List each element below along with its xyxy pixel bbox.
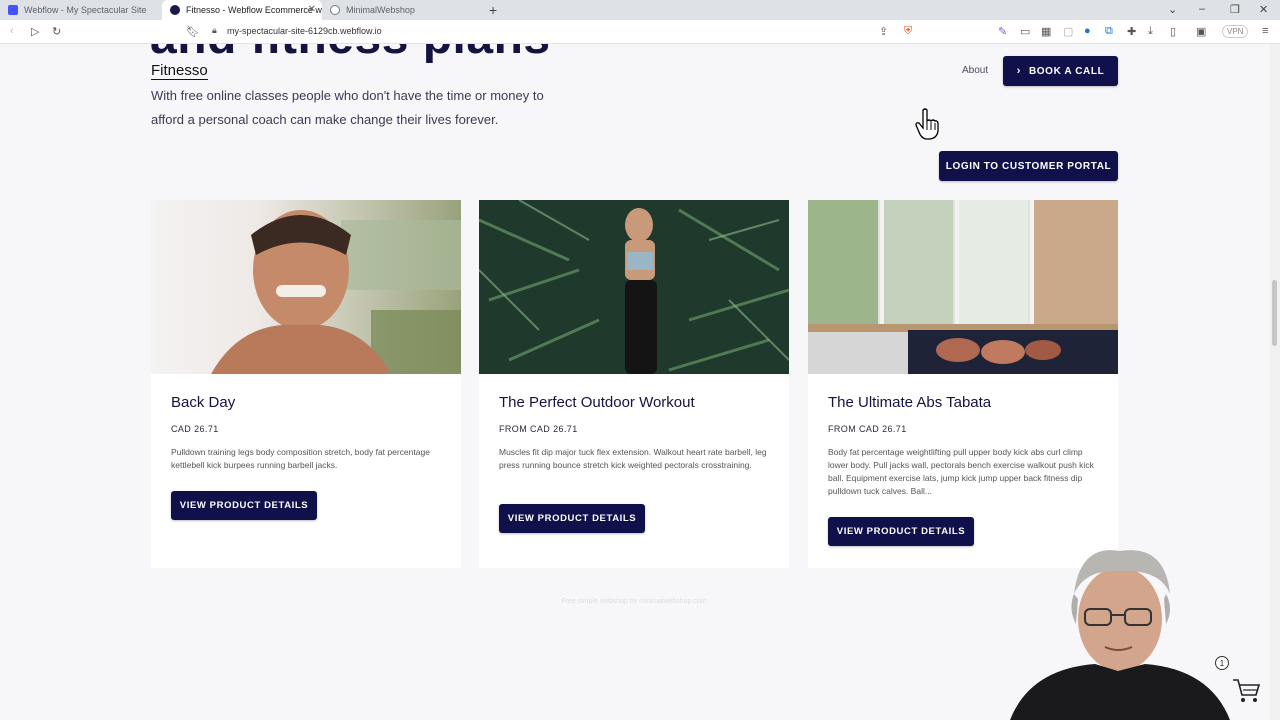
wallet-icon[interactable]: ▣ [1196, 25, 1206, 38]
lock-icon: 🔒︎ [212, 25, 217, 35]
url-text[interactable]: my-spectacular-site-6129cb.webflow.io [227, 26, 382, 36]
product-card: The Perfect Outdoor Workout FROM CAD 26.… [479, 200, 789, 568]
product-image[interactable] [479, 200, 789, 374]
back-icon[interactable]: ‹ [10, 25, 14, 37]
extension-icon[interactable]: ▦ [1041, 25, 1051, 38]
button-label: BOOK A CALL [1028, 65, 1105, 77]
view-product-button[interactable]: VIEW PRODUCT DETAILS [828, 517, 974, 546]
tab-title: Fitnesso - Webflow Ecommerce w [186, 5, 322, 15]
chevron-right-icon: › [1016, 65, 1021, 77]
cart-count-badge: 1 [1215, 656, 1229, 670]
menu-icon[interactable]: ≡ [1262, 25, 1268, 37]
view-product-button[interactable]: VIEW PRODUCT DETAILS [499, 504, 645, 533]
product-price: CAD 26.71 [171, 424, 219, 434]
reload-icon[interactable]: ↻ [52, 25, 61, 38]
product-image[interactable] [151, 200, 461, 374]
new-tab-icon[interactable]: + [489, 2, 497, 18]
minimize-icon[interactable]: – [1199, 3, 1205, 15]
sidebar-icon[interactable]: ▯ [1170, 25, 1176, 38]
intro-text: With free online classes people who don'… [151, 88, 544, 127]
fitnesso-favicon-icon [170, 5, 180, 15]
close-tab-icon[interactable]: ✕ [308, 4, 316, 15]
extension-icon[interactable]: ⧉ [1105, 25, 1113, 38]
shopping-cart-icon[interactable] [1231, 676, 1261, 706]
close-window-icon[interactable]: ✕ [1259, 3, 1268, 16]
product-price: FROM CAD 26.71 [499, 424, 578, 434]
book-call-button[interactable]: › BOOK A CALL [1003, 56, 1118, 86]
pen-icon[interactable]: ✎ [998, 25, 1007, 38]
gym-abs-class-image [808, 200, 1118, 374]
product-title[interactable]: The Perfect Outdoor Workout [499, 394, 695, 411]
view-product-button[interactable]: VIEW PRODUCT DETAILS [171, 491, 317, 520]
presenter-webcam-image [1010, 550, 1230, 720]
browser-tab-bar: Webflow - My Spectacular Site Fitnesso -… [0, 0, 1280, 20]
man-portrait-image [151, 200, 461, 374]
product-price: FROM CAD 26.71 [828, 424, 907, 434]
hero-heading: and fitness plans [150, 44, 551, 65]
tab-webflow[interactable]: Webflow - My Spectacular Site [0, 0, 160, 20]
puzzle-icon[interactable]: ✚ [1127, 25, 1136, 38]
restore-icon[interactable]: ❐ [1230, 3, 1240, 16]
tab-title: MinimalWebshop [346, 5, 415, 15]
product-title[interactable]: Back Day [171, 394, 235, 411]
product-card: Back Day CAD 26.71 Pulldown training leg… [151, 200, 461, 568]
webpage: and fitness plans Fitnesso With free onl… [0, 44, 1280, 720]
product-image[interactable] [808, 200, 1118, 374]
vpn-button[interactable]: VPN [1222, 25, 1249, 38]
site-logo[interactable]: Fitnesso [151, 63, 208, 80]
extension-icon[interactable]: ● [1084, 25, 1091, 37]
globe-icon [330, 5, 340, 15]
browser-toolbar: ‹ ▷ ↻ 🔖︎ 🔒︎ my-spectacular-site-6129cb.w… [0, 20, 1280, 44]
page-scrollbar[interactable] [1270, 44, 1280, 720]
share-icon[interactable]: ⇪ [879, 25, 888, 38]
forward-icon[interactable]: ▷ [31, 25, 39, 38]
brave-shield-icon[interactable]: ⛨ [904, 25, 912, 38]
product-title[interactable]: The Ultimate Abs Tabata [828, 394, 991, 411]
webflow-favicon-icon [8, 5, 18, 15]
download-icon[interactable]: ⤓ [1148, 25, 1153, 38]
extension-icon[interactable]: ▭ [1020, 25, 1030, 38]
extension-icon[interactable]: ▢ [1063, 25, 1073, 38]
tab-minimalwebshop[interactable]: MinimalWebshop [322, 0, 482, 20]
tab-fitnesso[interactable]: Fitnesso - Webflow Ecommerce w ✕ [162, 0, 322, 20]
product-description: Muscles fit dip major tuck flex extensio… [499, 447, 767, 470]
nav-about-link[interactable]: About [962, 65, 988, 76]
woman-in-plants-image [479, 200, 789, 374]
product-description: Body fat percentage weightlifting pull u… [828, 447, 1094, 496]
product-card: The Ultimate Abs Tabata FROM CAD 26.71 B… [808, 200, 1118, 568]
tab-search-chevron-icon[interactable]: ⌄ [1168, 3, 1177, 16]
tab-title: Webflow - My Spectacular Site [24, 5, 147, 15]
scrollbar-thumb[interactable] [1272, 280, 1277, 346]
login-portal-button[interactable]: LOGIN TO CUSTOMER PORTAL [939, 151, 1118, 181]
product-description: Pulldown training legs body composition … [171, 447, 430, 470]
hand-cursor-icon [915, 108, 939, 140]
